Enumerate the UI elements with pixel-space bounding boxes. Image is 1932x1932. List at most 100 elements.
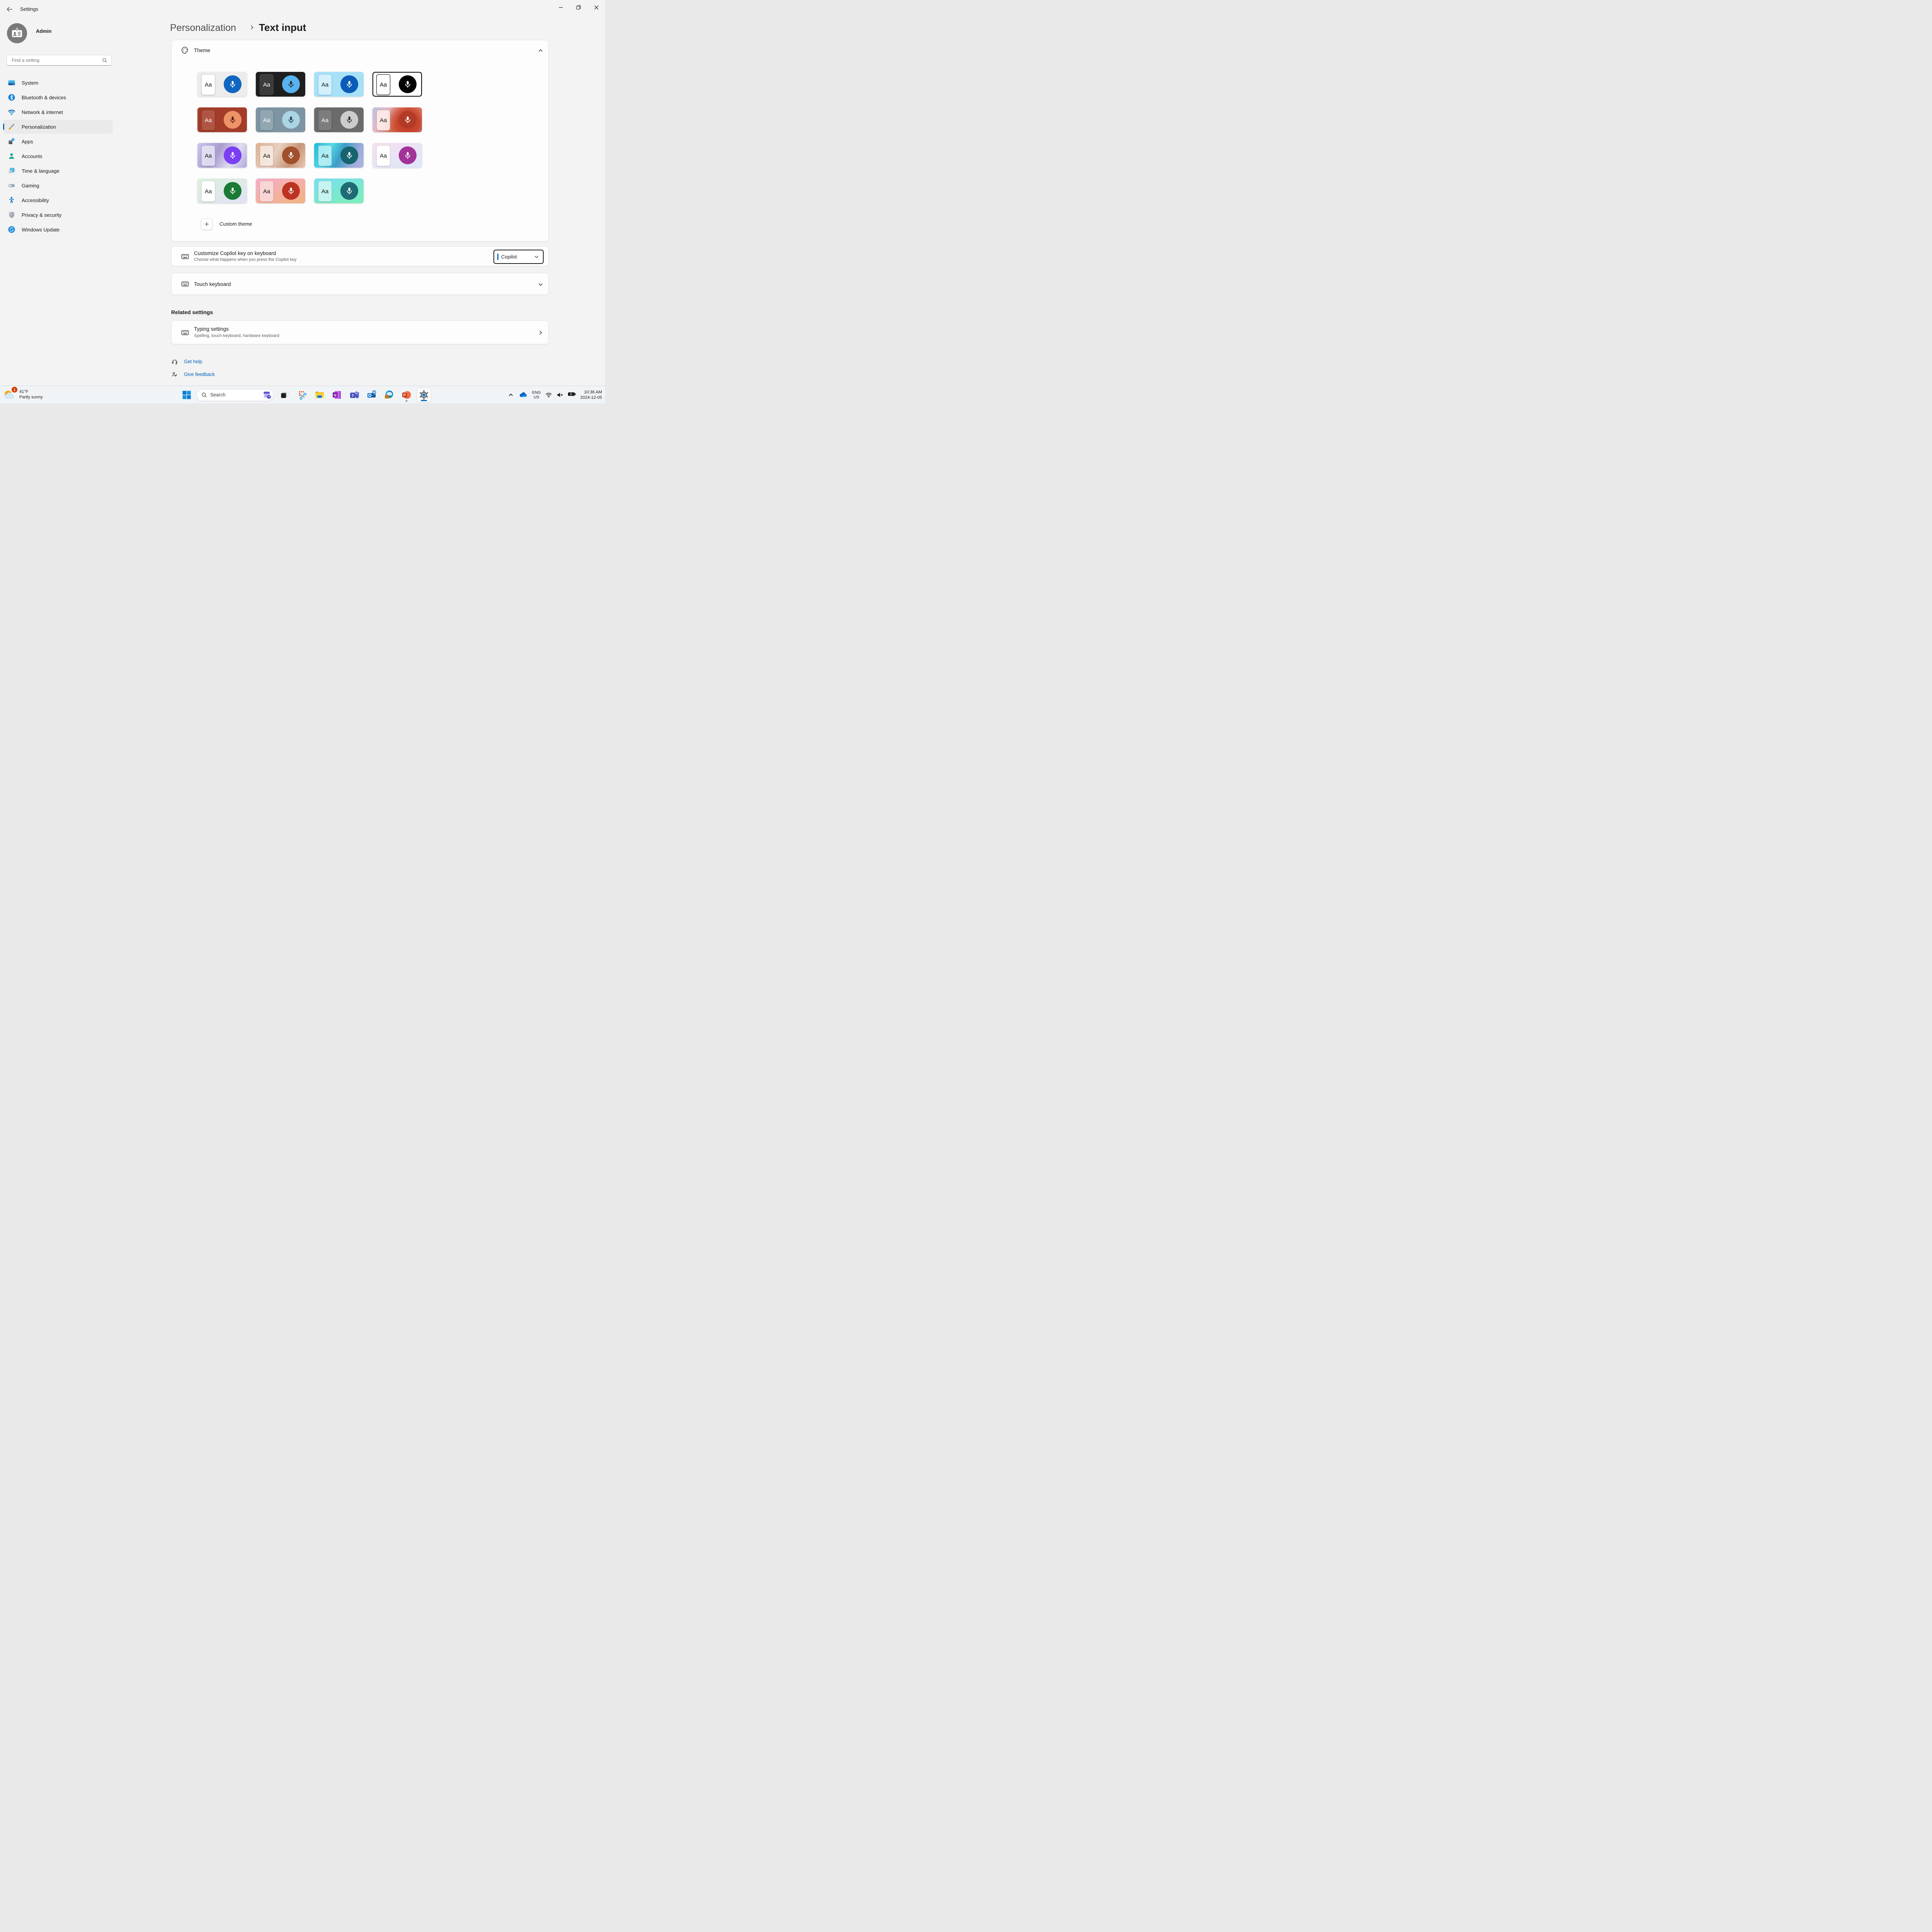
typing-settings-subtitle: Spelling, touch keyboard, hardware keybo… bbox=[194, 333, 279, 338]
breadcrumb-chevron-icon bbox=[249, 25, 255, 30]
sidebar-item-apps[interactable]: Apps bbox=[3, 134, 113, 148]
weather-temp: 41°F bbox=[19, 389, 43, 395]
notification-badge: 1 bbox=[12, 387, 17, 393]
theme-tile-aa-sample: Aa bbox=[318, 145, 332, 166]
taskbar-app-onenote-icon[interactable]: N bbox=[330, 388, 344, 402]
sidebar-item-network-internet[interactable]: Network & internet bbox=[3, 105, 113, 119]
taskbar-app-teams-icon[interactable]: T bbox=[347, 388, 362, 402]
wifi-icon[interactable] bbox=[545, 391, 552, 398]
settings-window: Settings Admin SystemBluetooth & devices… bbox=[0, 0, 605, 403]
taskbar-app-file-explorer-icon[interactable] bbox=[312, 388, 327, 402]
apps-icon bbox=[8, 138, 15, 145]
minimize-button[interactable] bbox=[552, 0, 570, 15]
custom-theme-label[interactable]: Custom theme bbox=[219, 221, 252, 227]
weather-widget[interactable]: 1 41°F Partly sunny bbox=[3, 388, 43, 401]
sidebar-item-privacy-security[interactable]: Privacy & security bbox=[3, 208, 113, 222]
sidebar-item-accounts[interactable]: Accounts bbox=[3, 149, 113, 163]
touch-keyboard-card[interactable]: Touch keyboard bbox=[171, 273, 549, 295]
theme-tile-dark[interactable]: Aa bbox=[256, 72, 305, 97]
theme-tile-bloom-red[interactable]: Aa bbox=[372, 107, 422, 132]
sidebar-item-personalization[interactable]: Personalization bbox=[3, 120, 113, 134]
clock[interactable]: 10:36 AM 2024-12-05 bbox=[580, 389, 602, 401]
theme-tile-lavender[interactable]: Aa bbox=[197, 143, 247, 168]
theme-tile-pastel-pink-blue[interactable]: Aa bbox=[372, 143, 422, 168]
theme-tile-light-blue[interactable]: Aa bbox=[314, 72, 364, 97]
theme-tile-light[interactable]: Aa bbox=[197, 72, 247, 97]
theme-card: Theme AaAaAaAaAaAaAaAaAaAaAaAaAaAaAa Cus… bbox=[171, 40, 549, 242]
time-language-icon bbox=[8, 167, 15, 175]
taskbar-app-settings-icon[interactable] bbox=[417, 388, 431, 402]
theme-tile-pink-orange[interactable]: Aa bbox=[256, 179, 305, 203]
theme-tile-aa-sample: Aa bbox=[201, 110, 215, 131]
restore-button[interactable] bbox=[570, 0, 587, 15]
theme-tile-high-contrast[interactable]: Aa bbox=[372, 72, 422, 97]
chevron-down-icon[interactable] bbox=[538, 282, 543, 287]
add-custom-theme-button[interactable] bbox=[201, 218, 213, 230]
theme-tile-rust[interactable]: Aa bbox=[197, 107, 247, 132]
sidebar-item-windows-update[interactable]: Windows Update bbox=[3, 223, 113, 236]
sidebar-item-accessibility[interactable]: Accessibility bbox=[3, 193, 113, 207]
sidebar-item-label: Accessibility bbox=[22, 197, 49, 203]
search-box[interactable] bbox=[7, 55, 112, 66]
related-settings-heading: Related settings bbox=[171, 309, 213, 315]
back-button[interactable] bbox=[5, 5, 14, 14]
taskbar-search[interactable]: Search bbox=[196, 389, 274, 401]
sidebar-item-bluetooth-devices[interactable]: Bluetooth & devices bbox=[3, 90, 113, 104]
search-highlights-icon bbox=[262, 390, 272, 400]
theme-tile-aa-sample: Aa bbox=[318, 74, 332, 95]
chevron-up-icon[interactable] bbox=[538, 48, 543, 53]
taskbar-app-outlook-icon[interactable] bbox=[364, 388, 379, 402]
microphone-icon bbox=[224, 75, 242, 93]
copilot-key-title: Customize Copilot key on keyboard bbox=[194, 250, 276, 256]
battery-icon[interactable] bbox=[568, 391, 576, 398]
avatar[interactable] bbox=[7, 23, 27, 43]
title-bar: Settings bbox=[0, 0, 605, 18]
theme-tile-green-lavender[interactable]: Aa bbox=[197, 179, 247, 203]
taskbar-app-powerpoint-icon[interactable]: P bbox=[399, 388, 414, 402]
copilot-key-dropdown[interactable]: Copilot bbox=[493, 250, 544, 264]
running-indicator bbox=[406, 400, 408, 402]
keyboard-icon bbox=[181, 252, 189, 261]
theme-tile-mint[interactable]: Aa bbox=[314, 179, 364, 203]
weather-icon: 1 bbox=[3, 388, 16, 401]
theme-tile-peach[interactable]: Aa bbox=[256, 143, 305, 168]
accessibility-icon bbox=[8, 196, 15, 204]
sidebar-item-label: Accounts bbox=[22, 153, 42, 159]
keyboard-icon bbox=[181, 328, 189, 337]
theme-tile-gray[interactable]: Aa bbox=[314, 107, 364, 132]
tray-expand-icon[interactable] bbox=[507, 391, 514, 398]
accounts-icon bbox=[8, 152, 15, 160]
theme-tile-teal-ink[interactable]: Aa bbox=[314, 143, 364, 168]
taskbar-app-snipping-tool-icon[interactable] bbox=[295, 388, 310, 402]
sidebar-item-label: Apps bbox=[22, 139, 33, 145]
theme-tile-aa-sample: Aa bbox=[318, 181, 332, 202]
give-feedback-link[interactable]: Give feedback bbox=[184, 372, 215, 377]
gaming-icon bbox=[8, 182, 15, 189]
search-input[interactable] bbox=[11, 57, 102, 63]
microphone-icon bbox=[399, 75, 417, 93]
microphone-icon bbox=[399, 111, 417, 129]
sidebar-item-time-language[interactable]: Time & language bbox=[3, 164, 113, 178]
theme-tile-aa-sample: Aa bbox=[260, 145, 274, 166]
language-indicator[interactable]: ENG US bbox=[532, 390, 541, 400]
close-button[interactable] bbox=[587, 0, 605, 15]
touch-keyboard-title: Touch keyboard bbox=[194, 281, 231, 287]
theme-tile-blue-gray[interactable]: Aa bbox=[256, 107, 305, 132]
start-button[interactable] bbox=[179, 388, 194, 402]
taskbar-app-layers-app-icon[interactable] bbox=[277, 388, 292, 402]
search-icon bbox=[201, 392, 207, 398]
volume-muted-icon[interactable] bbox=[556, 391, 563, 398]
svg-text:T: T bbox=[352, 394, 354, 398]
svg-text:N: N bbox=[334, 393, 337, 398]
keyboard-icon bbox=[181, 280, 189, 288]
taskbar-app-edge-icon[interactable] bbox=[382, 388, 396, 402]
sidebar-item-system[interactable]: System bbox=[3, 76, 113, 90]
onedrive-icon[interactable] bbox=[519, 390, 528, 400]
weather-condition: Partly sunny bbox=[19, 395, 43, 400]
get-help-link[interactable]: Get help bbox=[184, 359, 202, 364]
typing-settings-card[interactable]: Typing settings Spelling, touch keyboard… bbox=[171, 320, 549, 344]
breadcrumb-parent[interactable]: Personalization bbox=[170, 22, 236, 34]
microphone-icon bbox=[224, 111, 242, 129]
search-icon bbox=[102, 58, 107, 63]
sidebar-item-gaming[interactable]: Gaming bbox=[3, 179, 113, 192]
